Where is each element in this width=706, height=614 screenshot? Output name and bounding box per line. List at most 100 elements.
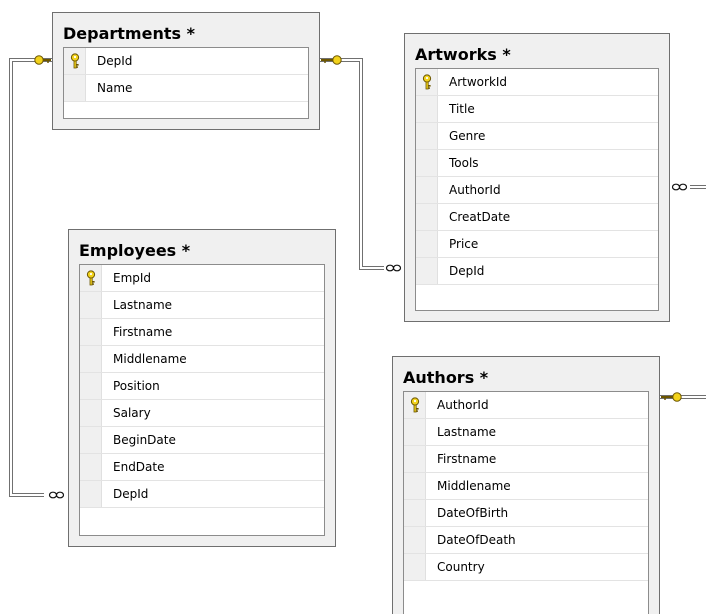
table-departments[interactable]: Departments * DepId Name xyxy=(52,12,320,130)
primary-key-icon xyxy=(86,270,96,286)
column-name: DateOfBirth xyxy=(437,506,509,520)
row-selector[interactable] xyxy=(80,454,102,480)
column-name: Name xyxy=(97,81,133,95)
row-selector[interactable] xyxy=(416,177,438,203)
row-selector[interactable] xyxy=(404,419,426,445)
one-end-key-icon xyxy=(34,55,51,65)
columns-grid: EmpId Lastname Firstname Middlename Position… xyxy=(79,264,325,536)
row-selector[interactable] xyxy=(404,473,426,499)
row-selector[interactable] xyxy=(80,292,102,318)
column-name: Middlename xyxy=(113,352,187,366)
column-row[interactable]: Tools xyxy=(416,150,658,177)
column-name: DepId xyxy=(97,54,133,68)
column-row[interactable]: Price xyxy=(416,231,658,258)
relationship-authors-artworks-many-end[interactable] xyxy=(670,183,706,191)
many-end-infinity-icon xyxy=(44,491,68,499)
column-row[interactable]: DepId xyxy=(64,48,308,75)
column-row[interactable]: Lastname xyxy=(404,419,648,446)
table-authors[interactable]: Authors * AuthorId Lastname Firstname Middl… xyxy=(392,356,660,614)
column-row[interactable]: Salary xyxy=(80,400,324,427)
column-row[interactable]: EmpId xyxy=(80,265,324,292)
columns-grid: DepId Name xyxy=(63,47,309,119)
table-title: Employees * xyxy=(79,241,191,260)
row-selector[interactable] xyxy=(416,231,438,257)
column-name: DepId xyxy=(449,264,485,278)
column-row[interactable]: CreatDate xyxy=(416,204,658,231)
column-name: Lastname xyxy=(113,298,173,312)
column-row[interactable]: DepId xyxy=(416,258,658,285)
many-end-infinity-icon xyxy=(384,264,404,272)
column-name: AuthorId xyxy=(449,183,501,197)
column-name: DateOfDeath xyxy=(437,533,516,547)
column-name: Tools xyxy=(449,156,479,170)
column-name: BeginDate xyxy=(113,433,176,447)
row-selector[interactable] xyxy=(80,346,102,372)
column-row[interactable]: ArtworkId xyxy=(416,69,658,96)
column-row[interactable]: Country xyxy=(404,554,648,581)
many-end-infinity-icon xyxy=(670,183,690,191)
row-selector[interactable] xyxy=(80,427,102,453)
table-title: Artworks * xyxy=(415,45,511,64)
column-row[interactable]: Firstname xyxy=(80,319,324,346)
row-selector[interactable] xyxy=(64,75,86,101)
column-name: EndDate xyxy=(113,460,165,474)
primary-key-icon xyxy=(422,74,432,90)
columns-grid: ArtworkId Title Genre Tools AuthorId CreatDat… xyxy=(415,68,659,311)
column-name: Position xyxy=(113,379,160,393)
column-row[interactable]: DepId xyxy=(80,481,324,508)
column-row[interactable]: Title xyxy=(416,96,658,123)
column-name: Firstname xyxy=(113,325,173,339)
column-name: CreatDate xyxy=(449,210,511,224)
row-selector[interactable] xyxy=(416,123,438,149)
table-artworks[interactable]: Artworks * ArtworkId Title Genre Tools Autho… xyxy=(404,33,670,322)
column-row[interactable]: Middlename xyxy=(404,473,648,500)
row-selector[interactable] xyxy=(416,69,438,95)
column-name: Genre xyxy=(449,129,486,143)
column-name: Title xyxy=(449,102,475,116)
table-employees[interactable]: Employees * EmpId Lastname Firstname Middle… xyxy=(68,229,336,547)
column-row[interactable]: AuthorId xyxy=(404,392,648,419)
column-name: Middlename xyxy=(437,479,511,493)
primary-key-icon xyxy=(410,397,420,413)
column-row[interactable]: EndDate xyxy=(80,454,324,481)
column-row[interactable]: DateOfBirth xyxy=(404,500,648,527)
column-row[interactable]: Genre xyxy=(416,123,658,150)
column-name: DepId xyxy=(113,487,149,501)
row-selector[interactable] xyxy=(404,500,426,526)
column-row[interactable]: AuthorId xyxy=(416,177,658,204)
column-row[interactable]: Position xyxy=(80,373,324,400)
column-name: Price xyxy=(449,237,479,251)
row-selector[interactable] xyxy=(416,204,438,230)
row-selector[interactable] xyxy=(80,373,102,399)
column-name: Salary xyxy=(113,406,151,420)
column-name: Firstname xyxy=(437,452,497,466)
column-row[interactable]: Middlename xyxy=(80,346,324,373)
row-selector[interactable] xyxy=(80,400,102,426)
column-name: EmpId xyxy=(113,271,152,285)
row-selector[interactable] xyxy=(80,265,102,291)
one-end-key-icon xyxy=(321,55,342,65)
row-selector[interactable] xyxy=(80,481,102,507)
column-name: AuthorId xyxy=(437,398,489,412)
row-selector[interactable] xyxy=(416,150,438,176)
row-selector[interactable] xyxy=(404,392,426,418)
column-row[interactable]: BeginDate xyxy=(80,427,324,454)
row-selector[interactable] xyxy=(416,96,438,122)
column-row[interactable]: DateOfDeath xyxy=(404,527,648,554)
column-row[interactable]: Firstname xyxy=(404,446,648,473)
row-selector[interactable] xyxy=(80,319,102,345)
column-name: Lastname xyxy=(437,425,497,439)
row-selector[interactable] xyxy=(404,527,426,553)
column-row[interactable]: Name xyxy=(64,75,308,102)
row-selector[interactable] xyxy=(404,446,426,472)
row-selector[interactable] xyxy=(416,258,438,284)
table-title: Authors * xyxy=(403,368,489,387)
table-title: Departments * xyxy=(63,24,195,43)
row-selector[interactable] xyxy=(404,554,426,580)
column-name: Country xyxy=(437,560,485,574)
row-selector[interactable] xyxy=(64,48,86,74)
column-row[interactable]: Lastname xyxy=(80,292,324,319)
column-name: ArtworkId xyxy=(449,75,508,89)
relationship-authors-artworks-one-end[interactable] xyxy=(660,392,706,402)
one-end-key-icon xyxy=(661,392,682,402)
